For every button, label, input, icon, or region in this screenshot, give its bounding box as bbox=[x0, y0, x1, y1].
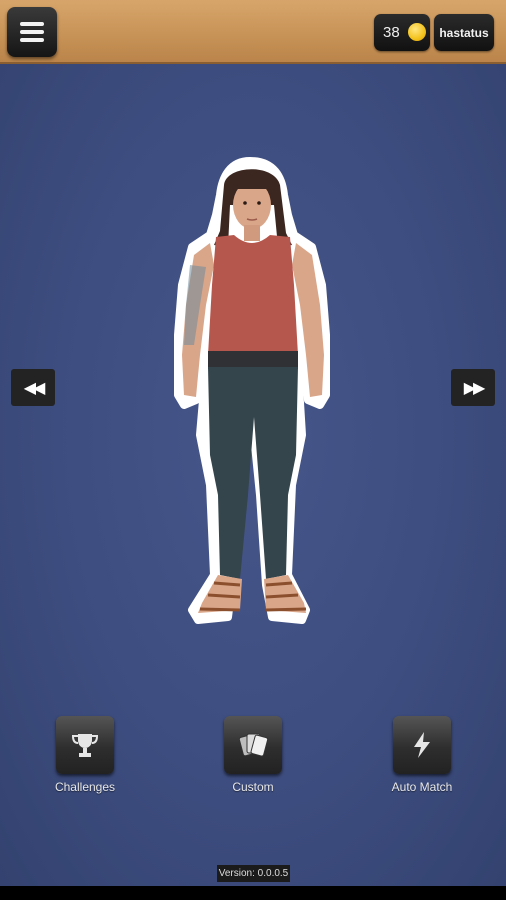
rewind-icon: ◀◀ bbox=[23, 379, 46, 397]
cards-icon bbox=[238, 733, 269, 757]
menu-icon-line bbox=[20, 38, 44, 42]
custom-action[interactable]: Custom bbox=[213, 716, 293, 794]
menu-icon-line bbox=[20, 30, 44, 34]
challenges-button[interactable] bbox=[56, 716, 114, 774]
version-label: Version: 0.0.0.5 bbox=[217, 865, 290, 882]
username-badge[interactable]: hastatus bbox=[434, 14, 494, 51]
coin-icon bbox=[408, 23, 426, 41]
previous-character-button[interactable]: ◀◀ bbox=[11, 369, 55, 406]
trophy-icon bbox=[71, 734, 99, 757]
top-bar: 38 hastatus bbox=[0, 0, 506, 64]
auto-match-action[interactable]: Auto Match bbox=[382, 716, 462, 794]
custom-button[interactable] bbox=[224, 716, 282, 774]
fast-forward-icon: ▶▶ bbox=[463, 379, 486, 397]
custom-label: Custom bbox=[232, 780, 274, 794]
next-character-button[interactable]: ▶▶ bbox=[451, 369, 495, 406]
system-nav-bar bbox=[0, 886, 506, 900]
challenges-action[interactable]: Challenges bbox=[45, 716, 125, 794]
character-figure bbox=[174, 157, 330, 624]
menu-button[interactable] bbox=[7, 7, 57, 57]
auto-match-label: Auto Match bbox=[391, 780, 453, 794]
coin-counter[interactable]: 38 bbox=[374, 14, 430, 51]
challenges-label: Challenges bbox=[54, 780, 116, 794]
lightning-icon bbox=[414, 732, 430, 758]
menu-icon bbox=[20, 22, 44, 26]
coin-count: 38 bbox=[383, 24, 400, 41]
auto-match-button[interactable] bbox=[393, 716, 451, 774]
